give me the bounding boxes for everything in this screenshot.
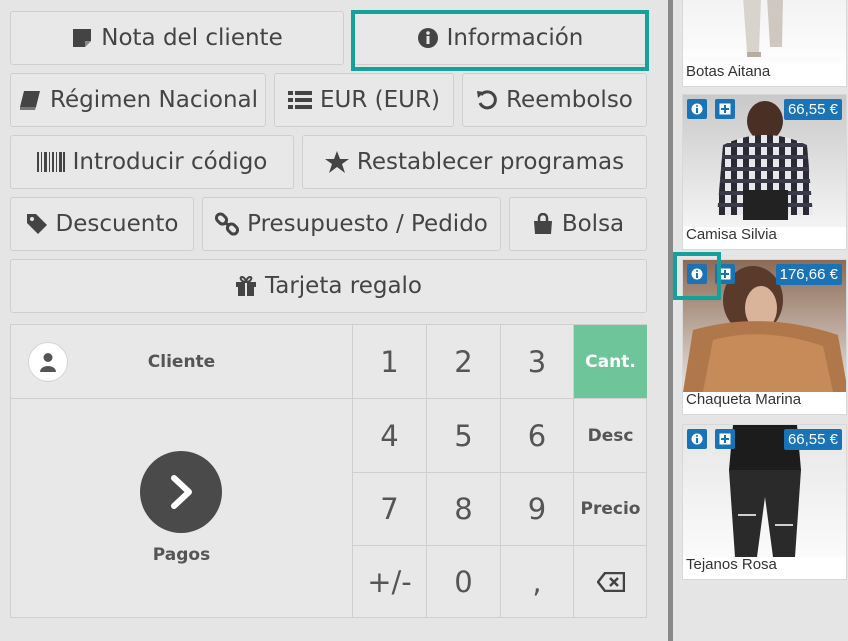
product-price: 66,55 €	[783, 99, 842, 120]
key-9[interactable]: 9	[500, 472, 573, 545]
customer-button[interactable]: Cliente	[11, 325, 352, 398]
key-6[interactable]: 6	[500, 398, 573, 472]
key-7[interactable]: 7	[352, 472, 426, 545]
currency-label: EUR (EUR)	[320, 87, 440, 113]
bag-label: Bolsa	[561, 211, 625, 237]
key-5[interactable]: 5	[426, 398, 500, 472]
quantity-mode-button[interactable]: Cant.	[573, 325, 647, 398]
product-list: Botas Aitana 66,55 € Camisa Silvia 176,6…	[673, 0, 848, 641]
plus-icon	[719, 103, 731, 115]
product-image	[683, 0, 846, 63]
discount-mode-button[interactable]: Desc	[573, 398, 647, 472]
enter-code-label: Introducir código	[72, 149, 268, 175]
reset-programs-button[interactable]: Restablecer programas	[302, 135, 647, 189]
backspace-icon	[596, 571, 625, 592]
discount-label: Descuento	[55, 211, 179, 237]
product-name: Tejanos Rosa	[686, 556, 777, 573]
plus-icon	[719, 433, 731, 445]
key-3[interactable]: 3	[500, 325, 573, 398]
info-icon	[691, 433, 703, 445]
backspace-button[interactable]	[573, 545, 647, 617]
focus-highlight	[673, 252, 721, 300]
product-card[interactable]: 66,55 € Tejanos Rosa	[682, 424, 847, 580]
key-1[interactable]: 1	[352, 325, 426, 398]
shopping-bag-icon	[533, 213, 552, 234]
product-name: Botas Aitana	[686, 63, 771, 80]
national-regime-label: Régimen Nacional	[50, 87, 258, 113]
refund-label: Reembolso	[506, 87, 633, 113]
product-name: Chaqueta Marina	[686, 391, 802, 408]
undo-icon	[477, 90, 497, 110]
national-regime-button[interactable]: Régimen Nacional	[10, 73, 266, 127]
product-add-button[interactable]	[715, 99, 735, 119]
key-plus-minus[interactable]: +/-	[352, 545, 426, 617]
key-comma[interactable]: ,	[500, 545, 573, 617]
price-mode-button[interactable]: Precio	[573, 472, 647, 545]
customer-note-label: Nota del cliente	[101, 25, 283, 51]
payments-label: Pagos	[152, 545, 211, 565]
product-card[interactable]: Botas Aitana	[682, 0, 847, 87]
product-info-button[interactable]	[687, 99, 707, 119]
book-icon	[20, 91, 40, 110]
barcode-icon	[36, 152, 65, 172]
product-card[interactable]: 66,55 € Camisa Silvia	[682, 94, 847, 250]
focus-highlight	[351, 10, 649, 71]
star-icon	[324, 151, 349, 173]
gift-card-label: Tarjeta regalo	[264, 273, 422, 299]
bag-button[interactable]: Bolsa	[509, 197, 647, 251]
note-icon	[73, 29, 92, 47]
key-2[interactable]: 2	[426, 325, 500, 398]
list-icon	[288, 91, 313, 109]
gift-icon	[235, 275, 256, 296]
reset-programs-label: Restablecer programas	[356, 149, 625, 175]
customer-label: Cliente	[147, 351, 216, 372]
product-price: 66,55 €	[783, 429, 842, 450]
numpad-panel: Cliente Pagos 1 2 3 Cant. 4 5 6 Desc 7 8…	[10, 324, 647, 618]
product-info-button[interactable]	[687, 429, 707, 449]
key-8[interactable]: 8	[426, 472, 500, 545]
product-name: Camisa Silvia	[686, 226, 777, 243]
chevron-right-icon	[140, 451, 222, 533]
key-4[interactable]: 4	[352, 398, 426, 472]
quote-order-button[interactable]: Presupuesto / Pedido	[202, 197, 501, 251]
refund-button[interactable]: Reembolso	[462, 73, 647, 127]
quote-order-label: Presupuesto / Pedido	[247, 211, 488, 237]
link-icon	[215, 212, 240, 236]
tag-icon	[26, 214, 47, 234]
info-icon	[691, 103, 703, 115]
gift-card-button[interactable]: Tarjeta regalo	[10, 259, 647, 313]
discount-button[interactable]: Descuento	[10, 197, 194, 251]
enter-code-button[interactable]: Introducir código	[10, 135, 294, 189]
currency-button[interactable]: EUR (EUR)	[274, 73, 454, 127]
product-add-button[interactable]	[715, 429, 735, 449]
payments-button[interactable]: Pagos	[11, 399, 352, 619]
key-0[interactable]: 0	[426, 545, 500, 617]
control-panel: Nota del cliente Información Régimen Nac…	[0, 0, 668, 641]
customer-note-button[interactable]: Nota del cliente	[10, 11, 344, 65]
product-price: 176,66 €	[775, 264, 842, 285]
